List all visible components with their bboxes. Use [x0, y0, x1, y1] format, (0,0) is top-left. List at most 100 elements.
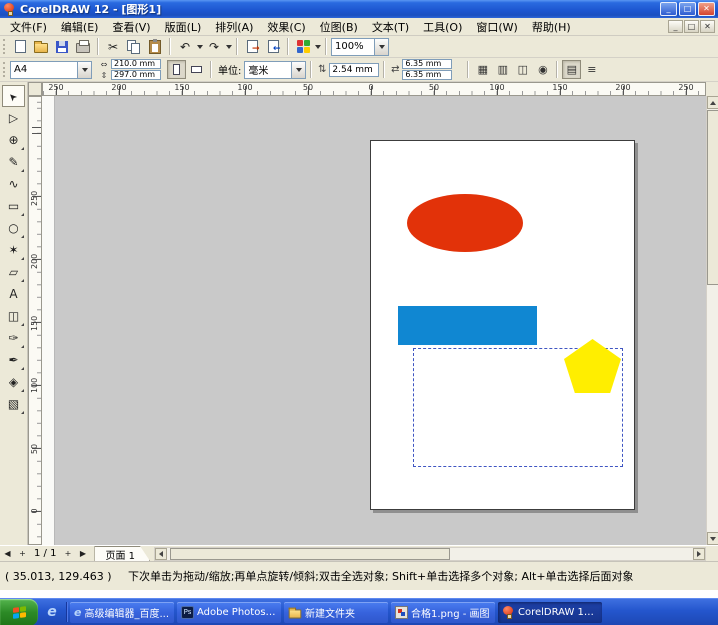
toolbar-separator: [310, 61, 312, 78]
print-button[interactable]: [73, 37, 93, 57]
taskbar-item-paint[interactable]: 合格1.png - 画图: [391, 602, 495, 623]
save-button[interactable]: [52, 37, 72, 57]
paper-height-field[interactable]: 297.0 mm: [111, 70, 161, 80]
toolbar-grip[interactable]: [3, 62, 6, 77]
new-button[interactable]: [10, 37, 30, 57]
taskbar-item-browser[interactable]: e 高级编辑器_百度...: [70, 602, 174, 623]
units-combo-arrow[interactable]: [291, 62, 305, 78]
toolbar-separator: [97, 38, 99, 55]
paper-type-arrow[interactable]: [77, 62, 91, 78]
options-button[interactable]: ≡: [582, 60, 601, 79]
basic-shapes-tool[interactable]: ▱: [2, 261, 25, 283]
paper-type-combo[interactable]: A4: [10, 61, 92, 79]
interactive-blend-tool[interactable]: ◫: [2, 305, 25, 327]
add-page-before-button[interactable]: +: [15, 547, 30, 561]
interactive-fill-tool[interactable]: ▧: [2, 393, 25, 415]
vertical-scroll-thumb[interactable]: [707, 110, 718, 285]
treat-as-filled-button[interactable]: ▤: [562, 60, 581, 79]
pick-tool[interactable]: ➤: [2, 85, 25, 107]
vertical-ruler[interactable]: 250 200 150 100 50 0: [28, 96, 42, 545]
blue-rectangle-shape[interactable]: [398, 306, 537, 345]
previous-page-button[interactable]: ◀: [0, 547, 15, 561]
menu-tools[interactable]: 工具(O): [416, 17, 469, 37]
zoom-combo-arrow[interactable]: [374, 39, 388, 55]
freehand-tool[interactable]: ✎: [2, 151, 25, 173]
quick-launch-ie[interactable]: e: [41, 605, 63, 619]
fill-tool[interactable]: ◈: [2, 371, 25, 393]
redo-button[interactable]: ↷: [204, 37, 224, 57]
ellipse-tool[interactable]: ○: [2, 217, 25, 239]
menu-arrange[interactable]: 排列(A): [208, 17, 260, 37]
units-combo[interactable]: 毫米: [244, 61, 306, 79]
mdi-minimize-button[interactable]: _: [668, 20, 683, 33]
scroll-down-button[interactable]: [707, 532, 718, 545]
paste-button[interactable]: [145, 37, 165, 57]
taskbar-item-label: 新建文件夹: [305, 605, 355, 620]
polygon-tool[interactable]: ✶: [2, 239, 25, 261]
undo-dropdown-icon[interactable]: [197, 45, 203, 49]
nudge-offset-field[interactable]: 2.54 mm: [329, 63, 379, 77]
duplicate-y-field[interactable]: 6.35 mm: [402, 70, 452, 80]
dynamic-guides-button[interactable]: ◉: [533, 60, 552, 79]
horizontal-scrollbar[interactable]: [154, 547, 706, 561]
snap-to-guidelines-button[interactable]: ▥: [493, 60, 512, 79]
import-button[interactable]: →: [242, 37, 262, 57]
taskbar-item-photoshop[interactable]: Ps Adobe Photosh...: [177, 602, 281, 623]
duplicate-x-field[interactable]: 6.35 mm: [402, 59, 452, 69]
mdi-close-button[interactable]: ✕: [700, 20, 715, 33]
add-page-after-button[interactable]: +: [60, 547, 75, 561]
shape-tool[interactable]: ▷: [2, 107, 25, 129]
open-button[interactable]: [31, 37, 51, 57]
toolbar-grip[interactable]: [3, 39, 6, 54]
application-launcher-button[interactable]: [293, 37, 313, 57]
red-ellipse-shape[interactable]: [407, 194, 523, 252]
rectangle-tool[interactable]: ▭: [2, 195, 25, 217]
ruler-origin-button[interactable]: [28, 82, 42, 96]
menu-text[interactable]: 文本(T): [365, 17, 416, 37]
menu-effects[interactable]: 效果(C): [260, 17, 312, 37]
taskbar-item-folder[interactable]: 新建文件夹: [284, 602, 388, 623]
scroll-left-button[interactable]: [155, 548, 167, 560]
maximize-button[interactable]: □: [679, 2, 696, 16]
launcher-dropdown-icon[interactable]: [315, 45, 321, 49]
h-ruler-label: 0: [368, 83, 373, 92]
drawing-area[interactable]: [42, 96, 706, 545]
start-button[interactable]: [0, 599, 38, 625]
copy-button[interactable]: [124, 37, 144, 57]
menu-view[interactable]: 查看(V): [105, 17, 157, 37]
menu-layout[interactable]: 版面(L): [158, 17, 209, 37]
portrait-button[interactable]: [167, 60, 186, 79]
redo-dropdown-icon[interactable]: [226, 45, 232, 49]
snap-to-grid-button[interactable]: ▦: [473, 60, 492, 79]
next-page-button[interactable]: ▶: [75, 547, 90, 561]
snap-guidelines-icon: ▥: [498, 63, 508, 76]
smart-drawing-tool[interactable]: ∿: [2, 173, 25, 195]
landscape-button[interactable]: [187, 60, 206, 79]
menu-bitmaps[interactable]: 位图(B): [313, 17, 365, 37]
snap-to-objects-button[interactable]: ◫: [513, 60, 532, 79]
export-button[interactable]: ←: [263, 37, 283, 57]
menu-window[interactable]: 窗口(W): [469, 17, 524, 37]
page-tab[interactable]: 页面 1: [94, 546, 150, 561]
undo-button[interactable]: ↶: [175, 37, 195, 57]
zoom-level-combo[interactable]: 100%: [331, 38, 389, 56]
zoom-tool[interactable]: ⊕: [2, 129, 25, 151]
outline-tool[interactable]: ✒: [2, 349, 25, 371]
paper-width-field[interactable]: 210.0 mm: [111, 59, 161, 69]
close-button[interactable]: ✕: [698, 2, 715, 16]
scroll-up-button[interactable]: [707, 96, 718, 109]
magnifier-icon: ⊕: [8, 133, 18, 147]
horizontal-ruler[interactable]: 250 200 150 100 50 0 50 100 150 200 250: [42, 82, 706, 96]
menu-help[interactable]: 帮助(H): [525, 17, 578, 37]
menu-edit[interactable]: 编辑(E): [54, 17, 106, 37]
eyedropper-tool[interactable]: ✑: [2, 327, 25, 349]
mdi-restore-button[interactable]: □: [684, 20, 699, 33]
vertical-scrollbar[interactable]: [706, 96, 718, 545]
horizontal-scroll-thumb[interactable]: [170, 548, 450, 560]
text-tool[interactable]: A: [2, 283, 25, 305]
cut-button[interactable]: ✂: [103, 37, 123, 57]
menu-file[interactable]: 文件(F): [3, 17, 54, 37]
taskbar-item-coreldraw[interactable]: CorelDRAW 12 -...: [498, 602, 602, 623]
minimize-button[interactable]: _: [660, 2, 677, 16]
scroll-right-button[interactable]: [693, 548, 705, 560]
